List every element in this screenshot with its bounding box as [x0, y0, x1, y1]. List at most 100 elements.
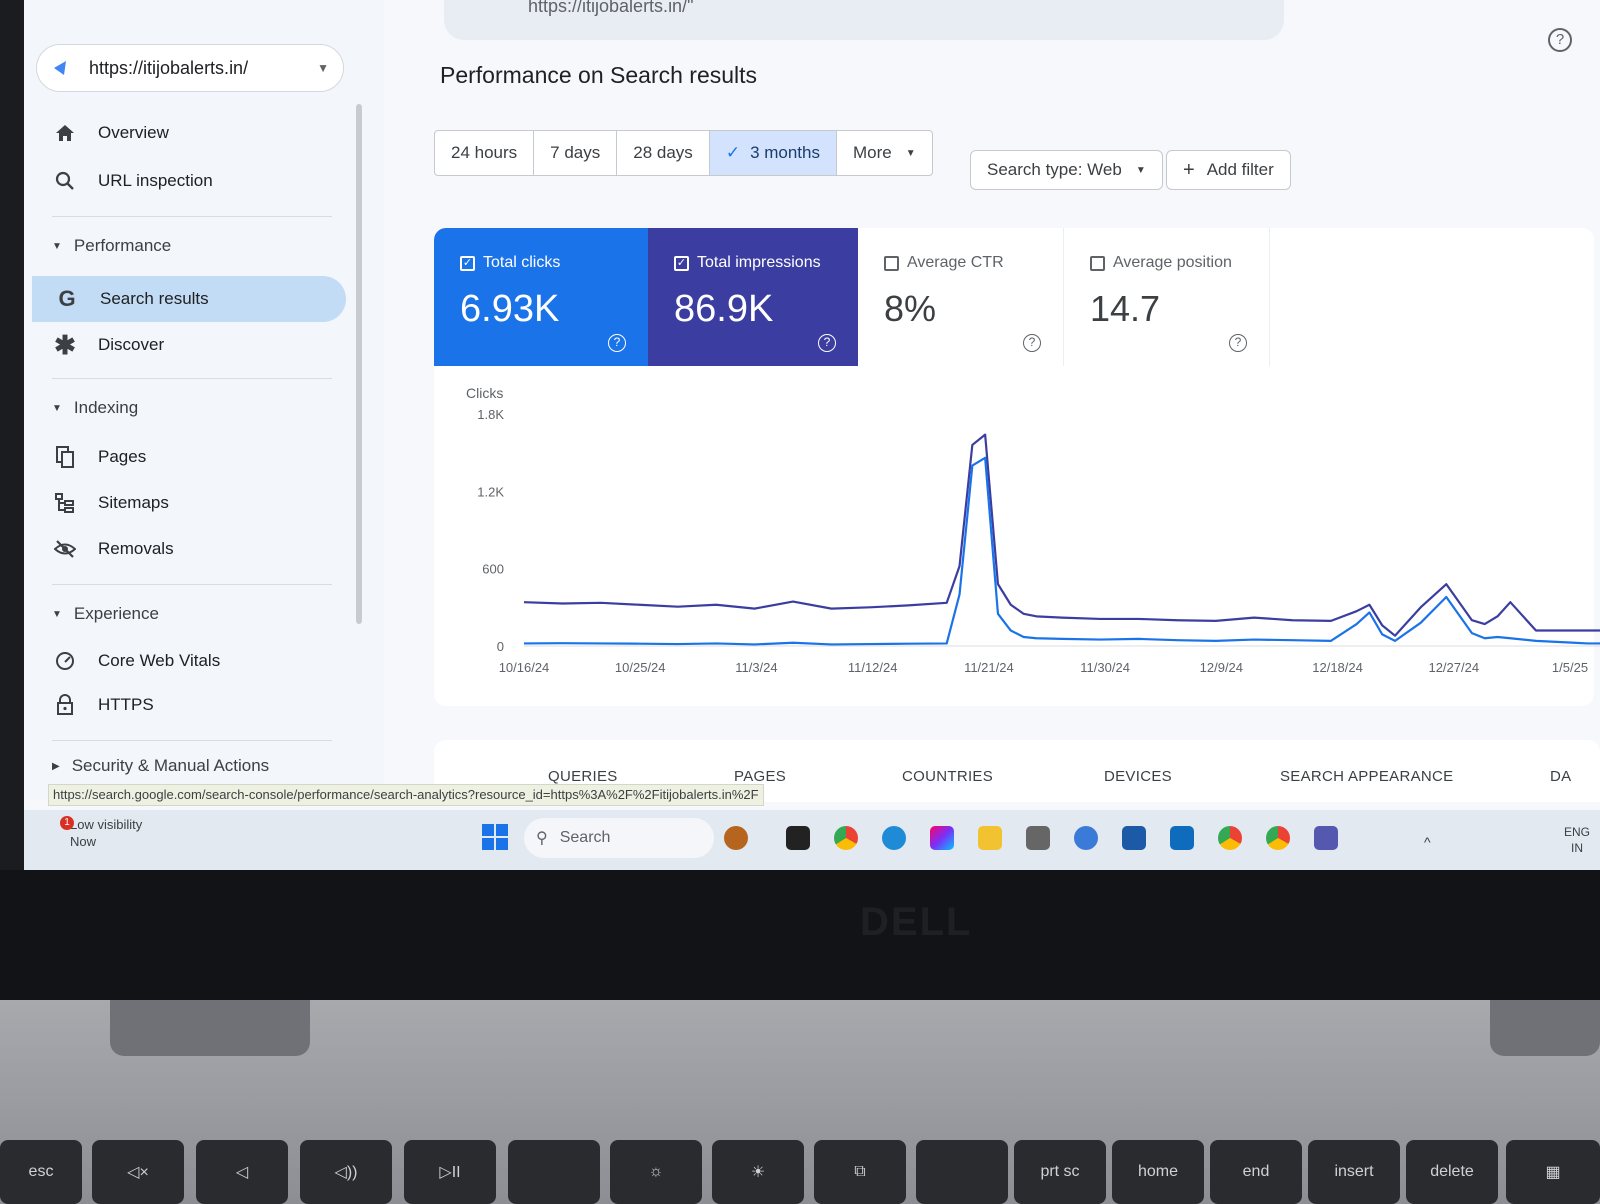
add-filter-button[interactable]: + Add filter [1166, 150, 1291, 190]
range-28-days[interactable]: 28 days [617, 131, 710, 175]
key-blank[interactable] [916, 1140, 1008, 1204]
edge-icon[interactable] [882, 826, 906, 850]
key-volume-down[interactable]: ◁ [196, 1140, 288, 1204]
x-tick-label: 10/25/24 [615, 660, 666, 675]
range-3-months[interactable]: ✓ 3 months [709, 131, 837, 175]
property-selector[interactable]: https://itijobalerts.in/ ▼ [36, 44, 344, 92]
tab-devices[interactable]: DEVICES [1104, 768, 1172, 785]
metric-label: Total clicks [483, 254, 561, 271]
search-type-filter[interactable]: Search type: Web ▼ [970, 150, 1163, 190]
divider [52, 216, 332, 217]
key-brightness-up[interactable]: ☀ [712, 1140, 804, 1204]
checkbox-checked-icon[interactable]: ✓ [460, 255, 475, 271]
section-indexing[interactable]: ▼ Indexing [52, 398, 138, 418]
language-indicator[interactable]: ENG IN [1564, 824, 1590, 856]
tab-pages[interactable]: PAGES [734, 768, 786, 785]
remote-desktop-icon[interactable] [1122, 826, 1146, 850]
key-calculator[interactable]: ▦ [1506, 1140, 1600, 1204]
y-tick-label: 600 [482, 562, 504, 577]
section-label: Indexing [73, 398, 139, 417]
checkbox-unchecked-icon[interactable] [1090, 255, 1105, 271]
range-24-hours[interactable]: 24 hours [435, 131, 535, 175]
chrome-icon[interactable] [834, 826, 858, 850]
metric-average-position[interactable]: Average position 14.7 ? [1064, 228, 1270, 366]
y-axis-title: Clicks [466, 385, 503, 401]
x-tick-label: 11/21/24 [964, 660, 1014, 675]
teams-icon[interactable] [1314, 826, 1338, 850]
chrome-profile-icon[interactable] [1218, 826, 1242, 850]
widget-icon[interactable] [724, 826, 748, 850]
section-security[interactable]: ▶ Security & Manual Actions [52, 756, 269, 776]
sidebar-item-url-inspection[interactable]: URL inspection [52, 158, 213, 204]
screen: https://itijobalerts.in/" ? https://itij… [24, 0, 1600, 870]
key-esc[interactable]: esc [0, 1140, 82, 1204]
metric-value: 86.9K [674, 288, 774, 330]
key-brightness-down[interactable]: ☼ [610, 1140, 702, 1204]
key-mute[interactable]: ◁× [92, 1140, 184, 1204]
sidebar-item-overview[interactable]: Overview [52, 110, 169, 156]
range-label: More [853, 143, 892, 162]
key-delete[interactable]: delete [1406, 1140, 1498, 1204]
key-display[interactable]: ⧉ [814, 1140, 906, 1204]
key-insert[interactable]: insert [1308, 1140, 1400, 1204]
app-icon[interactable] [1026, 826, 1050, 850]
key-home[interactable]: home [1112, 1140, 1204, 1204]
settings-icon[interactable] [1074, 826, 1098, 850]
help-icon[interactable]: ? [1548, 28, 1572, 52]
key-end[interactable]: end [1210, 1140, 1302, 1204]
copilot-icon[interactable] [930, 826, 954, 850]
file-explorer-icon[interactable] [978, 826, 1002, 850]
section-performance[interactable]: ▼ Performance [52, 236, 171, 256]
link-preview-url: https://search.google.com/search-console… [48, 784, 764, 806]
sidebar-item-label: Pages [98, 447, 147, 466]
performance-chart: Clicks 0 600 1.2K 1.8K 10/16/24 10/25/24 11/3/2… [466, 385, 1600, 675]
sidebar-item-discover[interactable]: ✱ Discover [52, 322, 164, 368]
sidebar-item-sitemaps[interactable]: Sitemaps [52, 480, 169, 526]
metric-total-impressions[interactable]: ✓ Total impressions 86.9K ? [648, 228, 858, 366]
sidebar-item-pages[interactable]: Pages [52, 434, 146, 480]
metric-label: Average position [1113, 254, 1232, 271]
x-tick-label: 10/16/24 [499, 660, 550, 675]
chevron-up-icon[interactable]: ^ [1424, 834, 1438, 850]
tab-dates[interactable]: DA [1550, 768, 1571, 785]
sidebar-item-https[interactable]: HTTPS [52, 682, 154, 728]
site-icon [54, 61, 66, 75]
chevron-down-icon: ▼ [905, 147, 916, 159]
windows-start-icon[interactable] [482, 824, 508, 850]
sidebar-item-removals[interactable]: Removals [52, 526, 174, 572]
metric-average-ctr[interactable]: Average CTR 8% ? [858, 228, 1064, 366]
task-view-icon[interactable] [786, 826, 810, 850]
help-icon[interactable]: ? [1023, 334, 1041, 352]
divider [52, 378, 332, 379]
tab-queries[interactable]: QUERIES [548, 768, 618, 785]
lang-top: ENG [1563, 825, 1590, 839]
tab-search-appearance[interactable]: SEARCH APPEARANCE [1280, 768, 1453, 785]
range-label: 24 hours [451, 143, 518, 162]
key-play-pause[interactable]: ▷II [404, 1140, 496, 1204]
range-more[interactable]: More ▼ [837, 131, 932, 175]
browser-address-bar[interactable]: https://itijobalerts.in/" [444, 0, 1284, 40]
key-fn[interactable] [508, 1140, 600, 1204]
chrome-active-icon[interactable] [1266, 826, 1290, 850]
sidebar-scrollbar[interactable] [356, 104, 362, 624]
help-icon[interactable]: ? [818, 334, 836, 352]
section-label: Experience [73, 604, 159, 623]
taskbar-search[interactable]: ⚲ Search [524, 818, 714, 858]
outlook-icon[interactable] [1170, 826, 1194, 850]
tab-countries[interactable]: COUNTRIES [902, 768, 993, 785]
key-prt-sc[interactable]: prt sc [1014, 1140, 1106, 1204]
section-experience[interactable]: ▼ Experience [52, 604, 159, 624]
checkbox-unchecked-icon[interactable] [884, 255, 899, 271]
weather-notification[interactable]: 1 Low visibility Now [60, 816, 142, 850]
help-icon[interactable]: ? [608, 334, 626, 352]
key-volume-up[interactable]: ◁)) [300, 1140, 392, 1204]
expand-triangle-icon: ▶ [52, 760, 60, 772]
metric-label: Total impressions [697, 254, 821, 271]
help-icon[interactable]: ? [1229, 334, 1247, 352]
metric-total-clicks[interactable]: ✓ Total clicks 6.93K ? [434, 228, 648, 366]
sidebar-item-core-web-vitals[interactable]: Core Web Vitals [52, 638, 220, 684]
range-7-days[interactable]: 7 days [534, 131, 618, 175]
sidebar-item-label: Core Web Vitals [98, 651, 221, 670]
checkbox-checked-icon[interactable]: ✓ [674, 255, 689, 271]
sidebar-item-search-results[interactable]: G Search results [32, 276, 346, 322]
